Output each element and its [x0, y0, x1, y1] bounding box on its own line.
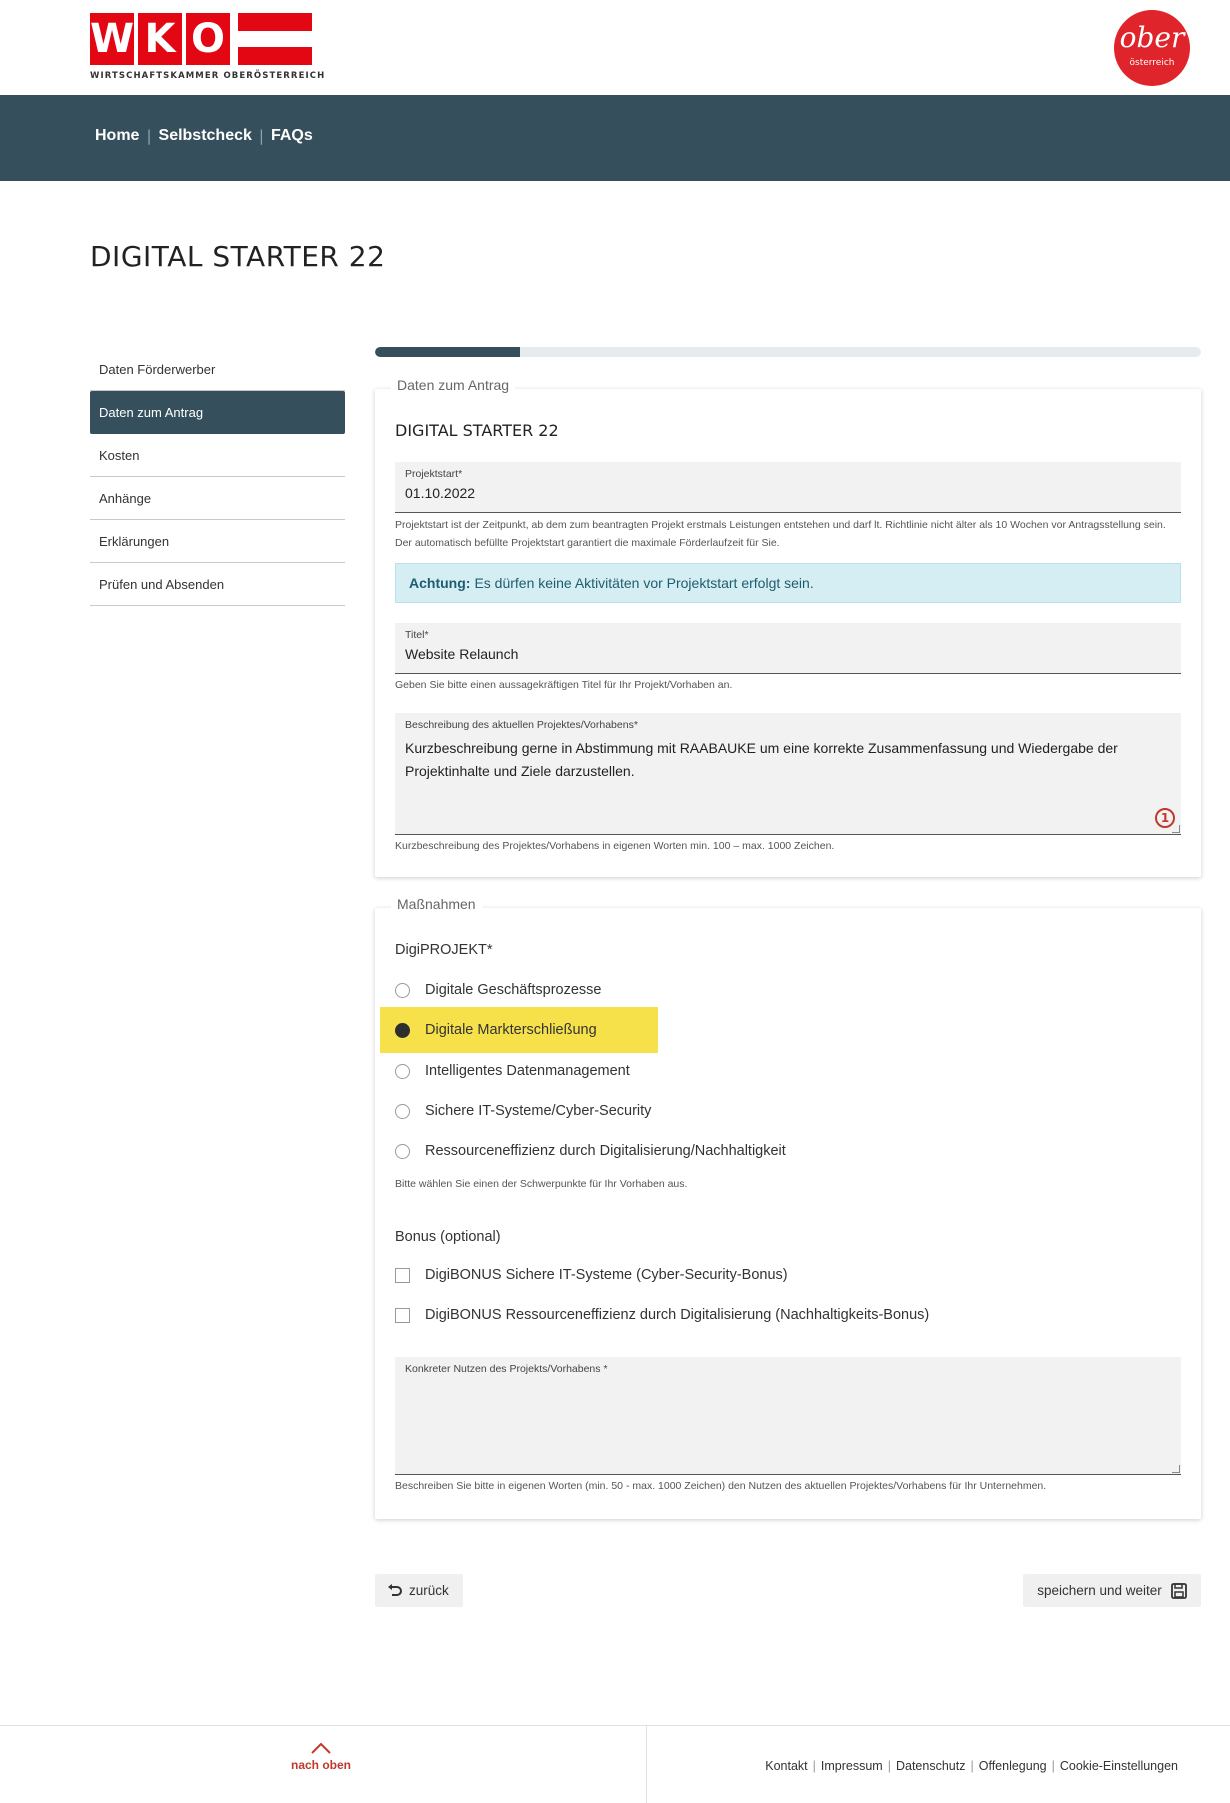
- undo-arrow-icon: [388, 1583, 402, 1596]
- page-footer: nach oben Kontakt | Impressum | Datensch…: [0, 1725, 1230, 1803]
- sidebar-item-kosten[interactable]: Kosten: [90, 434, 345, 477]
- beschreibung-label: Beschreibung des aktuellen Projektes/Vor…: [405, 719, 638, 731]
- save-button-label: speichern und weiter: [1037, 1583, 1162, 1598]
- radio-label: Intelligentes Datenmanagement: [425, 1063, 630, 1079]
- page-title: DIGITAL STARTER 22: [90, 240, 386, 273]
- back-button-label: zurück: [409, 1583, 449, 1598]
- wko-logo[interactable]: W K O WIRTSCHAFTSKAMMER OBERÖSTERREICH: [90, 13, 324, 83]
- warning-alert: Achtung: Es dürfen keine Aktivitäten vor…: [395, 563, 1181, 603]
- radio-option-markterschliessung[interactable]: Digitale Markterschließung: [380, 1007, 658, 1053]
- radio-label: Sichere IT-Systeme/Cyber-Security: [425, 1103, 652, 1119]
- back-to-top-link[interactable]: nach oben: [260, 1742, 382, 1772]
- checkbox[interactable]: [395, 1307, 410, 1323]
- projektstart-label: Projektstart*: [405, 468, 463, 480]
- ober-logo-word: ober: [1119, 21, 1185, 54]
- back-button[interactable]: zurück: [375, 1574, 463, 1607]
- nutzen-help: Beschreiben Sie bitte in eigenen Worten …: [395, 1480, 1047, 1492]
- footer-link-cookie-einstellungen[interactable]: Cookie-Einstellungen: [1060, 1759, 1178, 1773]
- nav-faqs-link[interactable]: FAQs: [271, 127, 313, 145]
- footer-separator: |: [1051, 1759, 1055, 1773]
- footer-link-impressum[interactable]: Impressum: [821, 1759, 883, 1773]
- daten-zum-antrag-panel: Daten zum Antrag DIGITAL STARTER 22 Proj…: [375, 377, 1201, 877]
- main-navigation: Home | Selbstcheck | FAQs: [0, 95, 1230, 181]
- nav-selbstcheck-link[interactable]: Selbstcheck: [159, 127, 252, 145]
- ober-logo-subtitle: österreich: [1129, 58, 1175, 68]
- section-heading: DIGITAL STARTER 22: [395, 421, 559, 440]
- projektstart-help: Projektstart ist der Zeitpunkt, ab dem z…: [395, 519, 1166, 549]
- wko-letter-k: K: [138, 13, 182, 65]
- footer-separator: |: [812, 1759, 816, 1773]
- sidebar-item-anhaenge[interactable]: Anhänge: [90, 477, 345, 520]
- radio-button[interactable]: [395, 982, 410, 998]
- titel-help: Geben Sie bitte einen aussagekräftigen T…: [395, 679, 733, 691]
- alert-strong: Achtung:: [409, 575, 471, 591]
- panel-legend: Daten zum Antrag: [391, 377, 516, 393]
- wko-letter-o: O: [186, 13, 230, 65]
- oberoesterreich-logo: ober österreich: [1114, 10, 1190, 86]
- checkbox-label: DigiBONUS Ressourceneffizienz durch Digi…: [425, 1307, 930, 1323]
- resize-handle-icon[interactable]: [1172, 1465, 1180, 1473]
- radio-button[interactable]: [395, 1103, 410, 1119]
- sidebar-item-daten-foerderwerber[interactable]: Daten Förderwerber: [90, 348, 345, 391]
- nav-home-link[interactable]: Home: [95, 127, 139, 145]
- nav-separator: |: [146, 127, 152, 145]
- step-sidebar: Daten Förderwerber Daten zum Antrag Kost…: [90, 348, 345, 606]
- nutzen-label: Konkreter Nutzen des Projekts/Vorhabens …: [405, 1363, 608, 1375]
- back-to-top-label: nach oben: [290, 1758, 351, 1772]
- chevron-up-icon: [311, 1742, 331, 1754]
- beschreibung-textarea[interactable]: Beschreibung des aktuellen Projektes/Vor…: [395, 713, 1181, 835]
- footer-divider: [646, 1726, 647, 1803]
- checkbox-label: DigiBONUS Sichere IT-Systeme (Cyber-Secu…: [425, 1267, 788, 1283]
- radio-label: Digitale Markterschließung: [425, 1022, 597, 1038]
- titel-value: Website Relaunch: [405, 646, 519, 662]
- footer-links: Kontakt | Impressum | Datenschutz | Offe…: [765, 1759, 1178, 1773]
- form-progress-fill: [375, 347, 520, 357]
- wko-logo-letters: W K O: [90, 13, 230, 65]
- sidebar-item-pruefen-und-absenden[interactable]: Prüfen und Absenden: [90, 563, 345, 606]
- radio-button-checked[interactable]: [395, 1022, 410, 1038]
- nav-separator: |: [258, 127, 264, 145]
- panel-legend: Maßnahmen: [391, 896, 482, 912]
- radio-button[interactable]: [395, 1063, 410, 1079]
- sidebar-item-erklaerungen[interactable]: Erklärungen: [90, 520, 345, 563]
- checkbox-option-nachhaltigkeits-bonus[interactable]: DigiBONUS Ressourceneffizienz durch Digi…: [395, 1307, 929, 1323]
- footer-separator: |: [970, 1759, 974, 1773]
- nutzen-textarea[interactable]: Konkreter Nutzen des Projekts/Vorhabens …: [395, 1357, 1181, 1475]
- bonus-title: Bonus (optional): [395, 1229, 501, 1245]
- sidebar-item-daten-zum-antrag[interactable]: Daten zum Antrag: [90, 391, 345, 434]
- wko-letter-w: W: [90, 13, 134, 65]
- alert-text: Es dürfen keine Aktivitäten vor Projekts…: [474, 575, 814, 591]
- radio-option-ressourceneffizienz[interactable]: Ressourceneffizienz durch Digitalisierun…: [380, 1128, 786, 1174]
- titel-field[interactable]: Titel* Website Relaunch: [395, 623, 1181, 674]
- footer-separator: |: [887, 1759, 891, 1773]
- top-header: W K O WIRTSCHAFTSKAMMER OBERÖSTERREICH o…: [0, 0, 1230, 95]
- footer-link-datenschutz[interactable]: Datenschutz: [896, 1759, 965, 1773]
- resize-handle-icon[interactable]: [1172, 825, 1180, 833]
- projektstart-value: 01.10.2022: [405, 485, 476, 501]
- save-and-continue-button[interactable]: speichern und weiter: [1023, 1574, 1201, 1607]
- checkbox[interactable]: [395, 1267, 410, 1283]
- radio-label: Ressourceneffizienz durch Digitalisierun…: [425, 1143, 786, 1159]
- beschreibung-help: Kurzbeschreibung des Projektes/Vorhabens…: [395, 840, 835, 852]
- titel-label: Titel*: [405, 629, 429, 641]
- austria-flag-mark: [238, 13, 312, 65]
- radio-label: Digitale Geschäftsprozesse: [425, 982, 602, 998]
- projektstart-field[interactable]: Projektstart* 01.10.2022: [395, 462, 1181, 513]
- form-progress-bar: [375, 347, 1201, 357]
- radio-button[interactable]: [395, 1143, 410, 1159]
- checkbox-option-cyber-bonus[interactable]: DigiBONUS Sichere IT-Systeme (Cyber-Secu…: [395, 1267, 788, 1283]
- options-help: Bitte wählen Sie einen der Schwerpunkte …: [395, 1178, 688, 1190]
- wko-logo-subtitle: WIRTSCHAFTSKAMMER OBERÖSTERREICH: [90, 71, 326, 81]
- digiprojekt-title: DigiPROJEKT*: [395, 942, 493, 958]
- floppy-disk-icon: [1170, 1582, 1187, 1599]
- footer-link-kontakt[interactable]: Kontakt: [765, 1759, 807, 1773]
- beschreibung-value: Kurzbeschreibung gerne in Abstimmung mit…: [405, 740, 1118, 779]
- footer-link-offenlegung[interactable]: Offenlegung: [979, 1759, 1047, 1773]
- massnahmen-panel: Maßnahmen DigiPROJEKT* Digitale Geschäft…: [375, 896, 1201, 1519]
